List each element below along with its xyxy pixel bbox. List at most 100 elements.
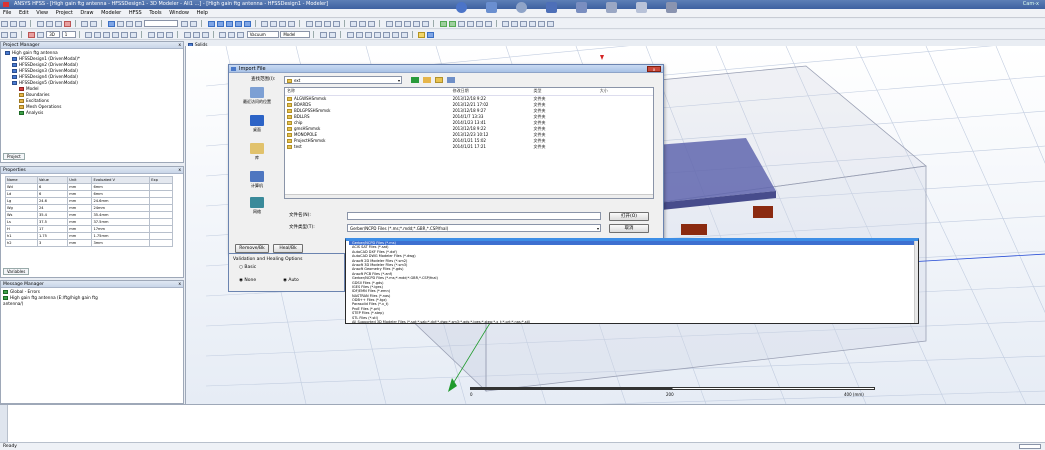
face-icon[interactable]: [103, 32, 111, 38]
table-cell[interactable]: mm: [67, 218, 93, 226]
close-icon[interactable]: x: [178, 281, 181, 288]
table-row[interactable]: h1 1.75 mm 1.75mm: [5, 232, 173, 240]
sphere-icon[interactable]: [456, 2, 467, 13]
field-icon[interactable]: [466, 21, 474, 27]
lookin-combo[interactable]: ext ▾: [284, 76, 402, 84]
ring-icon[interactable]: [486, 2, 497, 13]
delete-icon[interactable]: [63, 21, 71, 27]
arrow-icon[interactable]: [36, 32, 44, 38]
table-cell[interactable]: 3: [36, 239, 69, 247]
file-row[interactable]: test 2014/1/21 17:21 文件夹: [285, 144, 653, 150]
file-list[interactable]: 名称 修改日期 类型 大小 ALGWSHSmmsk 2013/12/18 9:22…: [284, 87, 654, 199]
table-cell[interactable]: Wd: [5, 183, 38, 191]
view-iso-icon[interactable]: [529, 21, 537, 27]
wire-icon[interactable]: [547, 21, 555, 27]
table-cell[interactable]: mm: [67, 190, 93, 198]
open-button[interactable]: 打开(O): [609, 212, 649, 221]
new-icon[interactable]: [1, 21, 8, 27]
table-cell[interactable]: 6mm: [91, 190, 151, 198]
table-cell[interactable]: mm: [67, 225, 93, 233]
box-icon[interactable]: [207, 21, 215, 27]
gear-icon[interactable]: [516, 2, 527, 13]
tool-icon[interactable]: [576, 2, 587, 13]
multi-icon[interactable]: [121, 32, 129, 38]
column-size[interactable]: 大小: [597, 88, 653, 96]
place-computer[interactable]: 计算机: [237, 171, 277, 188]
dropdown-option[interactable]: All Supported 3D Modeler Files (*.sat;*.…: [349, 320, 918, 323]
shade-icon[interactable]: [538, 21, 546, 27]
table-cell[interactable]: 17mm: [91, 225, 151, 233]
filetype-combo[interactable]: Gerber/NCPD Files (*.ms;*.mdd;*.GBR,*.CS…: [347, 224, 601, 232]
results-icon[interactable]: [457, 21, 465, 27]
measure-area-icon[interactable]: [364, 32, 372, 38]
properties-column-header[interactable]: Exp: [149, 176, 173, 184]
grid-icon[interactable]: [359, 21, 367, 27]
properties-column-header[interactable]: Unit: [67, 176, 93, 184]
pan-icon[interactable]: [116, 21, 124, 27]
tab-variables[interactable]: Variables: [3, 268, 30, 275]
table-row[interactable]: Lg 24.6 mm 24.6mm: [5, 197, 173, 205]
filename-input[interactable]: [347, 212, 601, 220]
undo-icon[interactable]: [1, 32, 8, 38]
toolbar-combo-1[interactable]: [144, 20, 179, 27]
column-type[interactable]: 类型: [531, 88, 598, 96]
view-front-icon[interactable]: [511, 21, 519, 27]
table-row[interactable]: h2 3 mm 3mm: [5, 239, 173, 247]
measure-ang-icon[interactable]: [382, 32, 390, 38]
redo-icon[interactable]: [90, 21, 98, 27]
boundary-icon[interactable]: [418, 32, 426, 38]
table-row[interactable]: Wg 24 mm 24mm: [5, 204, 173, 212]
table-cell[interactable]: mm: [67, 211, 93, 219]
table-cell[interactable]: mm: [67, 183, 93, 191]
table-row[interactable]: Wd 6 mm 6mm: [5, 183, 173, 191]
model-combo[interactable]: Model: [280, 31, 311, 38]
intersect-icon[interactable]: [323, 21, 331, 27]
rotate-icon[interactable]: [125, 21, 133, 27]
object-icon[interactable]: [546, 2, 557, 13]
table-cell[interactable]: Wg: [5, 204, 38, 212]
validate-icon[interactable]: [439, 21, 447, 27]
filetype-dropdown-list[interactable]: Gerber/NCPD Files (*.ms) ACIS SAT Files (…: [345, 238, 919, 324]
table-cell[interactable]: 37.5mm: [91, 218, 151, 226]
patch-2[interactable]: [681, 224, 707, 235]
rel-cs-icon[interactable]: [147, 32, 155, 38]
table-cell[interactable]: 6: [36, 190, 69, 198]
measure-vol-icon[interactable]: [373, 32, 381, 38]
grid-icon[interactable]: [606, 2, 617, 13]
save-icon[interactable]: [19, 21, 26, 27]
table-cell[interactable]: 6: [36, 183, 69, 191]
undo-icon[interactable]: [81, 21, 89, 27]
table-cell[interactable]: h1: [5, 232, 38, 240]
zoom-icon[interactable]: [134, 21, 142, 27]
transparency-icon[interactable]: [328, 32, 336, 38]
fit-icon[interactable]: [180, 21, 188, 27]
menu-edit[interactable]: Edit: [16, 9, 32, 18]
excitation-icon[interactable]: [427, 32, 435, 38]
sweep-icon[interactable]: [412, 21, 420, 27]
table-cell[interactable]: 6mm: [91, 183, 151, 191]
progress-gripper[interactable]: [0, 405, 8, 443]
properties-column-header[interactable]: Value: [36, 176, 69, 184]
patch-1[interactable]: [753, 206, 773, 218]
view-top-icon[interactable]: [502, 21, 510, 27]
option-none[interactable]: ◉ None: [239, 278, 256, 284]
ortho-icon[interactable]: [192, 32, 200, 38]
circle-icon[interactable]: [270, 21, 278, 27]
animate-icon[interactable]: [475, 21, 483, 27]
view-side-icon[interactable]: [520, 21, 528, 27]
message-tree-item[interactable]: High gain ftg antenna (E:/ftg/high gain …: [3, 295, 119, 307]
table-cell[interactable]: Ld: [5, 190, 38, 198]
heal-button[interactable]: Heal/Bk: [273, 244, 303, 253]
yz-plane-icon[interactable]: [228, 32, 236, 38]
step-combo[interactable]: 1: [61, 31, 76, 38]
fit-all-icon[interactable]: [189, 21, 197, 27]
cut-icon[interactable]: [36, 21, 44, 27]
obj-cs-icon[interactable]: [165, 32, 173, 38]
properties-column-header[interactable]: Evaluated V: [91, 176, 151, 184]
color-icon[interactable]: [319, 32, 327, 38]
column-name[interactable]: 名称: [285, 88, 451, 96]
cs-icon[interactable]: [130, 32, 138, 38]
menu-help[interactable]: Help: [194, 9, 211, 18]
dropdown-scrollbar[interactable]: [914, 241, 918, 323]
table-cell[interactable]: Ls: [5, 218, 38, 226]
